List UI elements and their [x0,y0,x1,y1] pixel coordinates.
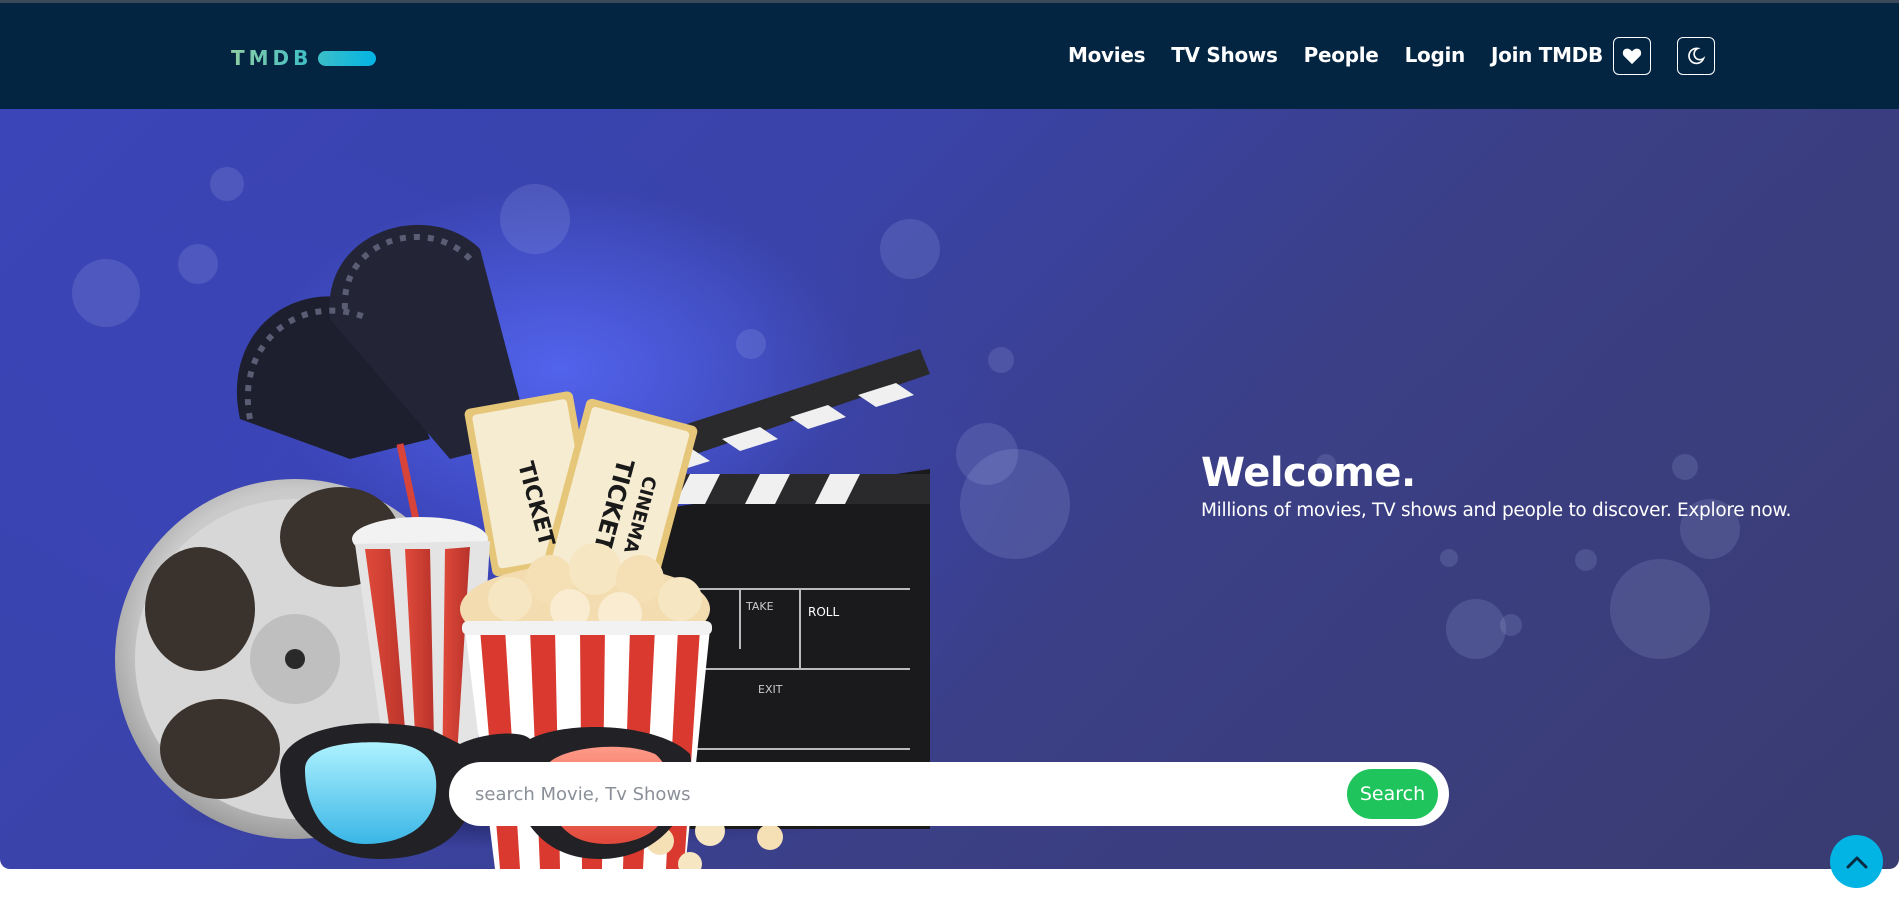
bokeh-light [1672,454,1698,480]
nav-link-tv-shows[interactable]: TV Shows [1171,43,1278,67]
nav-link-join[interactable]: Join TMDB [1491,43,1603,67]
theme-toggle-button[interactable] [1677,37,1715,75]
clapper-take-label: TAKE [745,600,774,613]
heart-icon [1622,48,1642,65]
bokeh-light [1440,549,1458,567]
nav-link-login[interactable]: Login [1405,43,1466,67]
welcome-title: Welcome. [1201,450,1416,496]
search-bar: Search [449,762,1449,826]
clapper-exit-label: EXIT [758,683,783,696]
site-logo[interactable]: TMDB [231,46,377,70]
bokeh-light [1610,559,1710,659]
logo-pill-shape [318,50,377,66]
nav-link-movies[interactable]: Movies [1068,43,1146,67]
search-input[interactable] [475,774,1305,814]
chevron-up-icon [1846,856,1867,868]
bokeh-light [988,347,1014,373]
favorites-button[interactable] [1613,37,1651,75]
navbar: TMDB Movies TV Shows People Login Join T… [0,3,1899,109]
scroll-to-top-button[interactable] [1830,835,1883,888]
nav-links: Movies TV Shows People Login Join TMDB [1068,43,1629,67]
logo-text: TMDB [231,46,313,70]
bokeh-light [1575,549,1597,571]
page-below-hero [0,869,1899,915]
moon-icon [1688,47,1706,65]
bokeh-light [1500,614,1522,636]
clapper-roll-label: ROLL [808,605,839,619]
search-button[interactable]: Search [1347,769,1438,819]
nav-link-people[interactable]: People [1304,43,1379,67]
welcome-subtitle: Millions of movies, TV shows and people … [1201,500,1792,521]
bokeh-light [1446,599,1506,659]
hero-banner: TAKE ROLL EXIT CINEMA TICKET TICKET Welc… [0,109,1899,869]
